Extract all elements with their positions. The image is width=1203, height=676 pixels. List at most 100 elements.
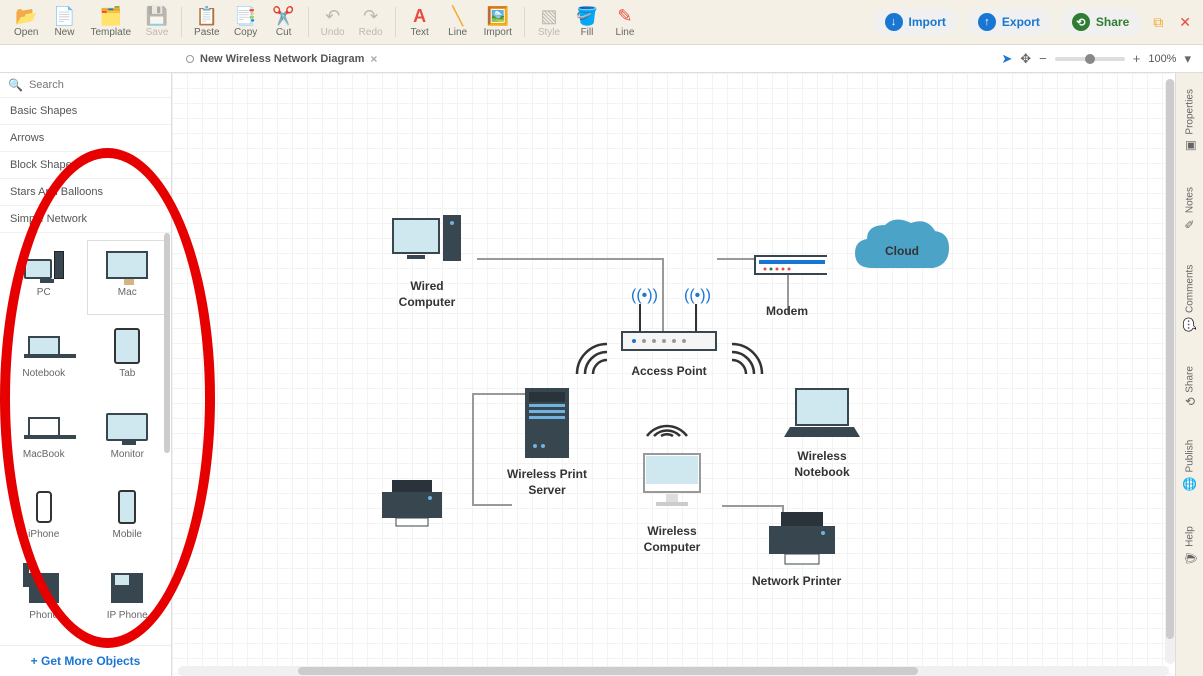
template-button[interactable]: 🗂️Template: [84, 5, 137, 40]
divider: [308, 7, 309, 37]
shape-notebook[interactable]: Notebook: [4, 322, 84, 395]
divider: [181, 7, 182, 37]
canvas-vscrollbar[interactable]: [1165, 79, 1175, 664]
connector[interactable]: [477, 258, 662, 260]
import-image-button[interactable]: 🖼️Import: [478, 5, 518, 40]
redo-icon: ↷: [361, 7, 381, 27]
shape-tab[interactable]: Tab: [88, 322, 168, 395]
category-basic-shapes[interactable]: Basic Shapes: [0, 98, 171, 125]
tab-title: New Wireless Network Diagram: [200, 53, 364, 65]
node-wired-computer[interactable]: Wired Computer: [382, 213, 472, 310]
shape-monitor[interactable]: Monitor: [88, 403, 168, 476]
zoom-value: 100%: [1148, 53, 1176, 65]
restore-window-icon[interactable]: ⧉: [1149, 10, 1167, 35]
divider: [524, 7, 525, 37]
get-more-objects-link[interactable]: + Get More Objects: [0, 645, 171, 676]
right-tab-comments[interactable]: 💬Comments: [1181, 259, 1199, 338]
connector[interactable]: [472, 504, 512, 506]
node-access-point[interactable]: ((•)) ((•)) Access Point: [604, 278, 734, 380]
tab-bar: New Wireless Network Diagram × ➤ ✥ − + 1…: [0, 45, 1203, 73]
shape-iphone[interactable]: iPhone: [4, 483, 84, 556]
properties-icon: ▣: [1183, 139, 1197, 153]
active-tab[interactable]: New Wireless Network Diagram ×: [176, 48, 387, 70]
wifi-waves-icon: [722, 339, 772, 379]
copy-button[interactable]: 📑Copy: [228, 5, 264, 40]
undo-button[interactable]: ↶Undo: [315, 5, 351, 40]
paste-button[interactable]: 📋Paste: [188, 5, 226, 40]
category-block-shapes[interactable]: Block Shapes: [0, 152, 171, 179]
save-icon: 💾: [147, 7, 167, 27]
comments-icon: 💬: [1182, 317, 1197, 331]
zoom-out-icon[interactable]: −: [1039, 51, 1047, 66]
text-button[interactable]: AText: [402, 5, 438, 40]
diagram-canvas[interactable]: Wired Computer ((•)) ((•)) Access Point: [172, 73, 1172, 676]
style-button[interactable]: ▧Style: [531, 5, 567, 40]
canvas-hscrollbar[interactable]: [178, 666, 1169, 676]
image-icon: 🖼️: [488, 7, 508, 27]
cut-button[interactable]: ✂️Cut: [266, 5, 302, 40]
wifi-waves-icon: [567, 339, 617, 379]
open-button[interactable]: 📂Open: [8, 5, 44, 40]
right-tab-notes[interactable]: ✎Notes: [1181, 181, 1199, 237]
shape-mobile[interactable]: Mobile: [88, 483, 168, 556]
unsaved-indicator-icon: [186, 55, 194, 63]
modem-icon: [747, 248, 827, 288]
imac-icon: [632, 448, 712, 518]
line-button[interactable]: ╲Line: [440, 5, 476, 40]
close-window-icon[interactable]: ✕: [1175, 10, 1195, 35]
export-button[interactable]: ↑Export: [966, 9, 1052, 35]
share-button[interactable]: ⟲Share: [1060, 9, 1141, 35]
shape-ip-phone[interactable]: IP Phone: [88, 564, 168, 637]
folder-open-icon: 📂: [16, 7, 36, 27]
publish-icon: 🌐: [1182, 478, 1197, 492]
share-icon: ⟲: [1072, 13, 1090, 31]
shape-macbook[interactable]: MacBook: [4, 403, 84, 476]
node-wireless-notebook[interactable]: Wireless Notebook: [777, 383, 867, 480]
save-button[interactable]: 💾Save: [139, 5, 175, 40]
laptop-icon: [782, 383, 862, 443]
upload-icon: ↑: [978, 13, 996, 31]
undo-icon: ↶: [323, 7, 343, 27]
top-right-buttons: ↓Import ↑Export ⟲Share ⧉ ✕: [873, 9, 1195, 35]
pan-tool-icon[interactable]: ✥: [1020, 51, 1031, 67]
chevron-down-icon[interactable]: ▾: [1184, 51, 1191, 67]
node-modem[interactable]: Modem: [747, 238, 827, 320]
copy-icon: 📑: [236, 7, 256, 27]
zoom-in-icon[interactable]: +: [1133, 51, 1141, 66]
redo-button[interactable]: ↷Redo: [353, 5, 389, 40]
category-arrows[interactable]: Arrows: [0, 125, 171, 152]
new-button[interactable]: 📄New: [46, 5, 82, 40]
shape-phone[interactable]: Phone: [4, 564, 84, 637]
close-tab-icon[interactable]: ×: [370, 52, 377, 66]
divider: [395, 7, 396, 37]
sidebar-scrollbar[interactable]: [163, 233, 171, 646]
pointer-tool-icon[interactable]: ➤: [1001, 51, 1012, 67]
connector[interactable]: [472, 393, 474, 505]
right-tab-help[interactable]: 🛡Help: [1181, 520, 1199, 572]
node-wireless-computer[interactable]: Wireless Computer: [627, 448, 717, 555]
search-input[interactable]: [29, 79, 171, 91]
category-simple-network[interactable]: Simple Network: [0, 206, 171, 233]
text-icon: A: [410, 7, 430, 27]
category-stars-balloons[interactable]: Stars And Balloons: [0, 179, 171, 206]
server-icon: [517, 386, 577, 461]
node-cloud[interactable]: Cloud: [847, 213, 957, 288]
shape-pc[interactable]: PC: [4, 241, 84, 314]
line-style-button[interactable]: ✎Line: [607, 5, 643, 40]
search-icon: 🔍: [8, 78, 23, 92]
node-wireless-print-server[interactable]: Wireless Print Server: [502, 386, 592, 498]
shape-mac[interactable]: Mac: [88, 241, 168, 314]
printer-icon: [757, 508, 837, 568]
right-tab-publish[interactable]: 🌐Publish: [1181, 434, 1199, 497]
zoom-slider[interactable]: [1055, 57, 1125, 61]
node-printer[interactable]: [372, 473, 452, 533]
connector[interactable]: [722, 505, 782, 507]
fill-button[interactable]: 🪣Fill: [569, 5, 605, 40]
right-tab-properties[interactable]: ▣Properties: [1181, 83, 1199, 159]
right-tab-share[interactable]: ⟲Share: [1181, 360, 1199, 413]
search-row: 🔍: [0, 73, 171, 98]
share-icon: ⟲: [1184, 394, 1194, 408]
node-network-printer[interactable]: Network Printer: [752, 508, 841, 590]
paste-icon: 📋: [197, 7, 217, 27]
import-button[interactable]: ↓Import: [873, 9, 958, 35]
